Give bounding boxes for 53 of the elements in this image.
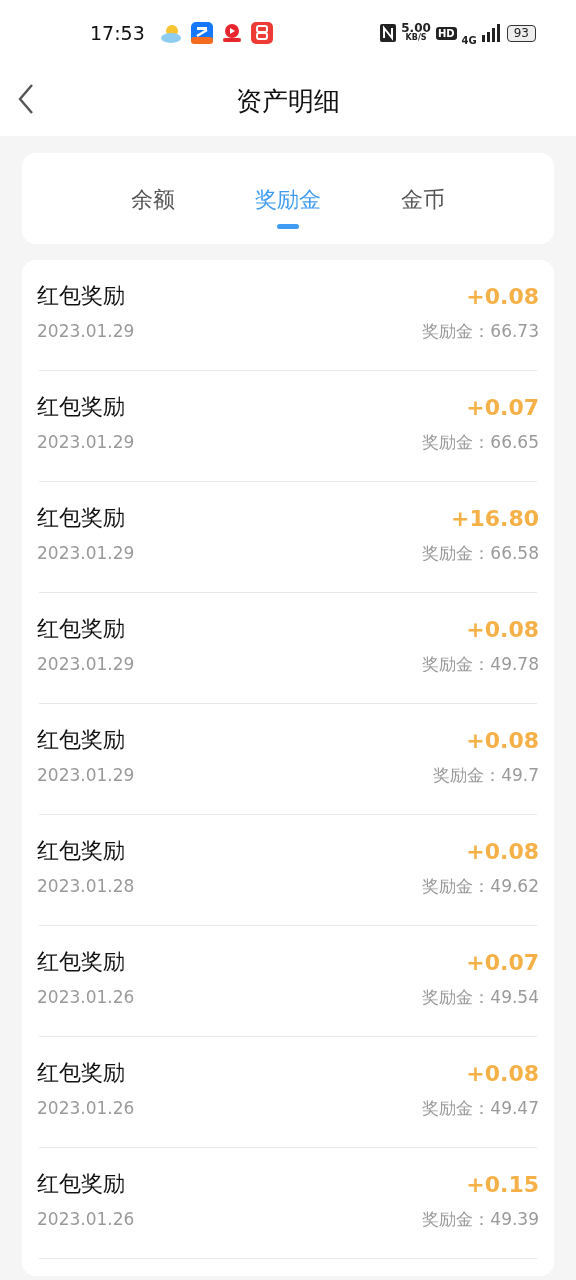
record-date: 2023.01.26 [37, 1209, 135, 1229]
signal-icon [481, 24, 502, 42]
record-title: 红包奖励 [37, 1059, 125, 1087]
app-icon [250, 22, 273, 44]
record-amount: +0.07 [466, 394, 539, 420]
app-icon [220, 22, 243, 44]
record-balance: 奖励金：49.78 [422, 652, 539, 676]
battery-indicator: 93 [506, 24, 536, 42]
back-icon [18, 84, 34, 114]
record-date: 2023.01.29 [37, 432, 135, 452]
record-title: 红包奖励 [37, 837, 125, 865]
record-balance: 奖励金：49.62 [422, 874, 539, 898]
back-button[interactable] [18, 84, 34, 114]
record-balance: 奖励金：49.54 [422, 985, 539, 1009]
tab[interactable]: 余额 [121, 153, 185, 244]
record-title: 红包奖励 [37, 1170, 125, 1198]
record-date: 2023.01.29 [37, 765, 135, 785]
tab[interactable]: 金币 [391, 153, 455, 244]
weather-icon [158, 22, 183, 44]
record-balance: 奖励金：49.7 [433, 763, 539, 787]
page-title: 资产明细 [236, 84, 340, 118]
record-amount: +0.15 [466, 1171, 539, 1197]
record-amount: +0.08 [466, 283, 539, 309]
speed-unit: KB/S [405, 33, 427, 43]
nfc-icon [380, 24, 397, 42]
record-title: 红包奖励 [37, 615, 125, 643]
record-amount: +0.08 [466, 727, 539, 753]
hd-badge: HD [435, 26, 457, 40]
record-balance: 奖励金：66.73 [422, 319, 539, 343]
record-amount: +16.80 [450, 505, 539, 531]
record-date: 2023.01.26 [37, 1098, 135, 1118]
record-date: 2023.01.28 [37, 876, 135, 896]
record-date: 2023.01.29 [37, 654, 135, 674]
record-balance: 奖励金：66.65 [422, 430, 539, 454]
record-title: 红包奖励 [37, 948, 125, 976]
network-label: 4G [461, 34, 477, 46]
record-date: 2023.01.29 [37, 543, 135, 563]
record-balance: 奖励金：66.58 [422, 541, 539, 565]
record-title: 红包奖励 [37, 282, 125, 310]
record-amount: +0.08 [466, 838, 539, 864]
record-date: 2023.01.29 [37, 321, 135, 341]
record-title: 红包奖励 [37, 504, 125, 532]
record-title: 红包奖励 [37, 393, 125, 421]
record-balance: 奖励金：49.47 [422, 1096, 539, 1120]
record-amount: +0.08 [466, 1060, 539, 1086]
status-time: 17:53 [90, 22, 145, 44]
app-icon [190, 22, 213, 44]
record-amount: +0.08 [466, 616, 539, 642]
record-date: 2023.01.26 [37, 987, 135, 1007]
speed-text: 5.00 [401, 23, 431, 33]
record-title: 红包奖励 [37, 726, 125, 754]
record-amount: +0.07 [466, 949, 539, 975]
record-balance: 奖励金：49.39 [422, 1207, 539, 1231]
